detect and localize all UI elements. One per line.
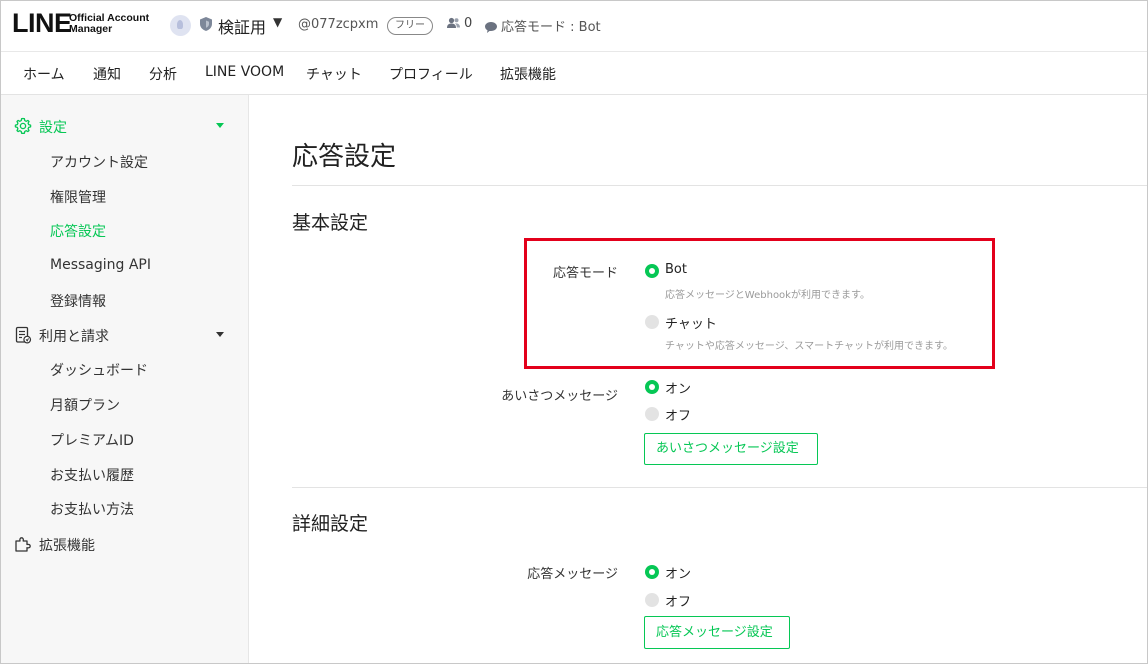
sidebar-item-response-settings[interactable]: 応答設定 [50,221,106,241]
friends-count[interactable]: 0 [447,16,472,31]
line-logo[interactable]: LINE [12,9,72,37]
radio-auto-reply-on[interactable] [645,565,659,579]
nav-extensions[interactable]: 拡張機能 [500,64,556,84]
nav-line-voom[interactable]: LINE VOOM [205,64,284,80]
puzzle-icon [15,537,31,552]
auto-reply-settings-button[interactable]: 応答メッセージ設定 [644,616,790,649]
logo-subtitle-line-2: Manager [69,23,113,35]
sidebar-item-account-settings[interactable]: アカウント設定 [50,152,148,172]
greeting-settings-button[interactable]: あいさつメッセージ設定 [644,433,818,465]
sidebar-item-messaging-api[interactable]: Messaging API [50,257,151,273]
logo-subtitle: Official Account Manager [69,13,149,35]
radio-greeting-on[interactable] [645,380,659,394]
sidebar-item-payment-method[interactable]: お支払い方法 [50,499,134,519]
nav-chat[interactable]: チャット [306,64,362,84]
plan-badge: フリー [387,17,433,35]
sidebar-group-extensions-label: 拡張機能 [39,538,95,554]
chevron-down-icon [216,123,224,128]
greeting-on-label[interactable]: オン [665,378,691,397]
sidebar-group-settings[interactable]: 設定 [1,114,248,138]
sidebar: 設定 アカウント設定 権限管理 応答設定 Messaging API 登録情報 … [1,95,249,663]
divider [292,487,1147,488]
main-nav: ホーム 通知 分析 LINE VOOM チャット プロフィール 拡張機能 [1,52,1147,95]
sidebar-item-payment-history[interactable]: お支払い履歴 [50,465,134,485]
nav-notifications[interactable]: 通知 [93,64,121,84]
section-title-detail: 詳細設定 [292,513,369,535]
sidebar-group-billing[interactable]: 利用と請求 [1,323,248,347]
sidebar-item-dashboard[interactable]: ダッシュボード [50,360,148,380]
gear-icon [14,117,32,134]
people-icon [447,17,460,28]
sidebar-item-monthly-plan[interactable]: 月額プラン [50,395,120,415]
section-title-basic: 基本設定 [292,212,369,234]
nav-analytics[interactable]: 分析 [149,64,177,84]
auto-reply-off-label[interactable]: オフ [665,591,691,610]
sidebar-group-extensions[interactable]: 拡張機能 [1,532,248,556]
radio-auto-reply-off[interactable] [645,593,659,607]
divider [292,185,1147,186]
sidebar-group-billing-label: 利用と請求 [39,329,109,345]
greeting-off-label[interactable]: オフ [665,405,691,424]
greeting-message-label: あいさつメッセージ [501,389,618,404]
top-bar: LINE Official Account Manager 検証用 ▼ @077… [1,1,1147,52]
nav-profile[interactable]: プロフィール [389,64,473,84]
shield-icon [200,17,212,31]
sidebar-item-premium-id[interactable]: プレミアムID [50,430,134,450]
sidebar-group-settings-label: 設定 [39,120,67,136]
account-dropdown-icon[interactable]: ▼ [273,15,282,29]
sidebar-item-registration-info[interactable]: 登録情報 [50,291,106,311]
account-id: @077zcpxm [298,17,379,32]
friends-count-value: 0 [464,16,473,31]
page-title: 応答設定 [292,142,397,172]
sidebar-item-permissions[interactable]: 権限管理 [50,187,106,207]
auto-reply-label: 応答メッセージ [527,567,618,582]
highlight-annotation-box [524,238,995,369]
account-name[interactable]: 検証用 [218,14,266,38]
chevron-down-icon [216,332,224,337]
account-avatar[interactable] [170,15,191,36]
chat-bubble-icon [485,22,497,33]
auto-reply-on-label[interactable]: オン [665,563,691,582]
nav-home[interactable]: ホーム [23,64,65,84]
response-mode-indicator: 応答モード : Bot [485,16,601,35]
document-icon [15,326,32,344]
response-mode-text: 応答モード : Bot [501,20,601,35]
radio-greeting-off[interactable] [645,407,659,421]
